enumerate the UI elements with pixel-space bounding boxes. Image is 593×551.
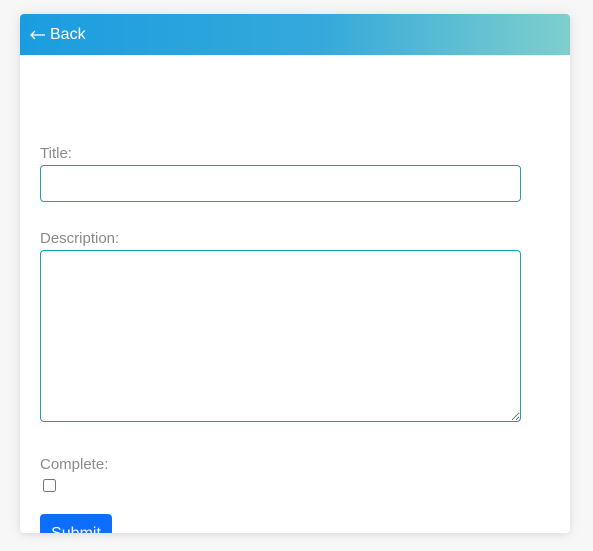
title-label: Title: (40, 145, 72, 162)
left-arrow-icon (30, 30, 46, 40)
back-link[interactable]: Back (30, 26, 86, 44)
description-textarea[interactable] (40, 250, 521, 422)
description-label: Description: (40, 230, 120, 247)
title-input[interactable] (40, 165, 521, 202)
submit-button[interactable]: Submit (40, 514, 112, 533)
complete-checkbox[interactable] (43, 479, 56, 492)
complete-label: Complete: (40, 456, 109, 473)
task-form-card: Back Title: Description: Complete: Submi… (20, 14, 570, 533)
back-link-label: Back (50, 25, 86, 43)
card-header: Back (20, 14, 570, 55)
